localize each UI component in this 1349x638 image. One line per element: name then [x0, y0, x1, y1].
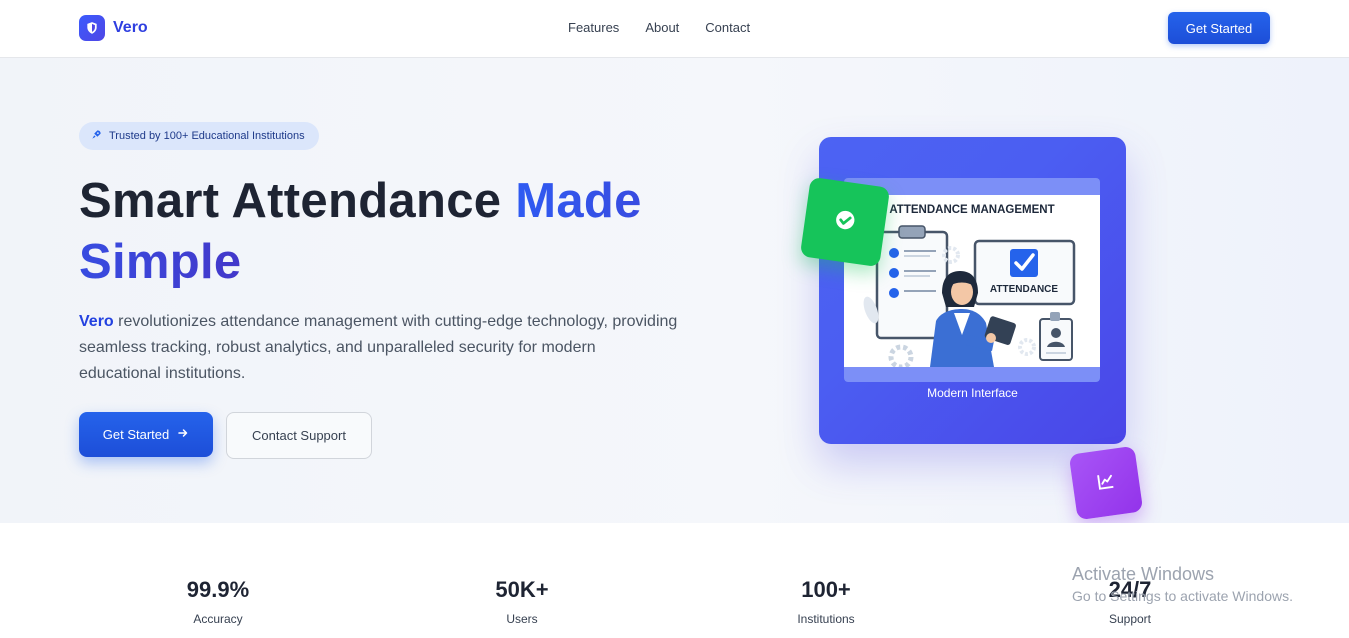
hero-get-started-button[interactable]: Get Started: [79, 412, 213, 457]
stat-value: 99.9%: [186, 577, 250, 602]
watermark-subtitle: Go to Settings to activate Windows.: [1072, 588, 1293, 604]
activation-watermark: Activate Windows Go to Settings to activ…: [1072, 564, 1293, 604]
stat-value: 50K+: [495, 577, 549, 602]
preview-caption: Modern Interface: [927, 386, 1018, 400]
shield-icon: [79, 15, 105, 41]
brand-name: Vero: [113, 19, 148, 36]
stat-label: Accuracy: [193, 612, 243, 626]
stat-users: 50K+ Users: [422, 577, 622, 626]
stat-value: 100+: [801, 577, 851, 602]
nav-link-features[interactable]: Features: [568, 20, 619, 35]
trust-badge-text: Trusted by 100+ Educational Institutions: [109, 130, 305, 142]
interface-preview-card: ATTENDANCE MANAGEMENT ATTENDANCE Modern …: [819, 137, 1126, 444]
nav-link-about[interactable]: About: [645, 20, 679, 35]
stat-institutions: 100+ Institutions: [726, 577, 926, 626]
analytics-tile: [1068, 445, 1144, 521]
illustration-label: ATTENDANCE: [990, 284, 1058, 295]
hero-section: Trusted by 100+ Educational Institutions…: [0, 58, 1349, 523]
nav-get-started-button[interactable]: Get Started: [1168, 12, 1270, 44]
arrow-right-icon: [177, 427, 189, 442]
contact-support-button[interactable]: Contact Support: [226, 412, 372, 459]
description-text: revolutionizes attendance management wit…: [79, 313, 678, 382]
chart-line-icon: [1095, 470, 1116, 495]
nav-link-contact[interactable]: Contact: [705, 20, 750, 35]
hero-headline: Smart Attendance Made Simple: [79, 171, 699, 293]
stat-label: Users: [506, 612, 538, 626]
stat-label: Institutions: [797, 612, 855, 626]
watermark-title: Activate Windows: [1072, 564, 1215, 584]
stat-label: Support: [1108, 612, 1152, 626]
hero-description: Vero revolutionizes attendance managemen…: [79, 309, 679, 387]
success-tile: [799, 176, 891, 268]
nav-links: Features About Contact: [568, 20, 750, 35]
hero-get-started-label: Get Started: [102, 427, 170, 442]
rocket-icon: [91, 127, 102, 145]
preview-bottom-bar: [844, 367, 1100, 382]
illustration-title: ATTENDANCE MANAGEMENT: [889, 204, 1054, 216]
trust-badge: Trusted by 100+ Educational Institutions: [79, 122, 319, 150]
brand[interactable]: Vero: [79, 15, 148, 41]
stat-accuracy: 99.9% Accuracy: [118, 577, 318, 626]
description-brand: Vero: [79, 313, 114, 330]
headline-main: Smart Attendance: [79, 174, 516, 228]
top-navbar: Vero Features About Contact Get Started: [0, 0, 1349, 58]
check-circle-icon: [832, 207, 858, 237]
